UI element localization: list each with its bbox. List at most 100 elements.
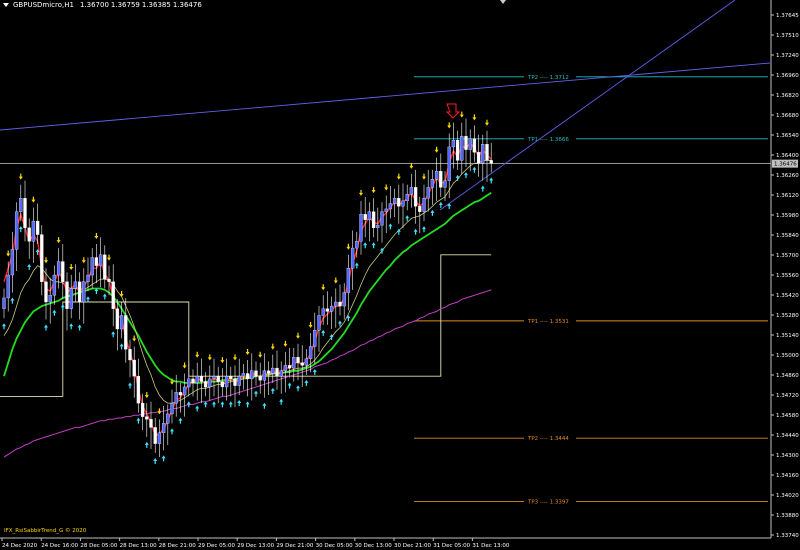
time-tick-label: 31 Dec 05:00 bbox=[433, 543, 470, 549]
price-tick-label: 1.34160 bbox=[776, 473, 799, 479]
candle-bear bbox=[132, 359, 136, 377]
price-tick-label: 1.35560 bbox=[776, 273, 799, 279]
candle-bear bbox=[275, 367, 279, 377]
candle-bear bbox=[254, 370, 258, 377]
price-tick-label: 1.33880 bbox=[776, 513, 799, 519]
signal-up-arrow-icon bbox=[304, 379, 309, 386]
candle-bull bbox=[31, 220, 36, 242]
candle-bear bbox=[489, 160, 493, 164]
signal-down-arrow-icon bbox=[69, 264, 74, 271]
price-tick-label: 1.33740 bbox=[776, 533, 799, 539]
candle-bull bbox=[262, 370, 267, 381]
candle-bear bbox=[124, 315, 128, 350]
signal-down-arrow-icon bbox=[56, 237, 61, 244]
candle-bull bbox=[367, 211, 372, 220]
time-tick-label: 29 Dec 21:00 bbox=[276, 543, 313, 549]
signal-down-arrow-icon bbox=[434, 146, 439, 153]
signal-down-arrow-icon bbox=[182, 362, 187, 369]
candle-bull bbox=[447, 146, 451, 181]
signal-up-arrow-icon bbox=[472, 166, 477, 173]
signal-down-arrow-icon bbox=[359, 189, 363, 196]
candle-bull bbox=[380, 211, 384, 226]
candle-bear bbox=[300, 362, 304, 366]
price-tick-label: 1.36680 bbox=[776, 113, 799, 119]
candle-bull bbox=[157, 432, 162, 444]
candle-bull bbox=[392, 198, 397, 204]
signal-up-arrow-icon bbox=[438, 201, 443, 208]
signal-down-arrow-icon bbox=[371, 187, 376, 194]
candle-bear bbox=[27, 227, 31, 242]
candle-bull bbox=[317, 315, 321, 331]
price-tick-label: 1.35140 bbox=[776, 333, 799, 339]
step-level-line bbox=[0, 254, 492, 397]
signal-up-arrow-icon bbox=[170, 428, 174, 435]
candle-bull bbox=[6, 274, 10, 299]
signal-up-arrow-icon bbox=[262, 402, 267, 409]
candle-bull bbox=[329, 305, 334, 312]
signal-down-arrow-icon bbox=[18, 173, 23, 180]
candle-bear bbox=[23, 198, 27, 228]
signal-up-arrow-icon bbox=[413, 228, 418, 235]
candle-bull bbox=[119, 315, 124, 330]
price-tick-label: 1.34580 bbox=[776, 413, 799, 419]
candle-bull bbox=[174, 392, 178, 404]
candle-bull bbox=[350, 247, 355, 269]
candle-bear bbox=[258, 376, 262, 381]
signal-down-arrow-icon bbox=[157, 408, 162, 415]
candle-bull bbox=[355, 241, 359, 249]
price-tick-label: 1.36960 bbox=[776, 73, 799, 79]
candle-bear bbox=[107, 278, 111, 282]
candle-bear bbox=[485, 144, 489, 161]
candle-bull bbox=[212, 376, 216, 380]
candle-bull bbox=[90, 257, 94, 276]
candle-bear bbox=[191, 378, 195, 384]
candle-bull bbox=[388, 203, 393, 210]
candle-bear bbox=[216, 376, 220, 382]
time-tick-label: 30 Dec 13:00 bbox=[355, 543, 392, 549]
price-tick-label: 1.34720 bbox=[776, 393, 799, 399]
signal-up-arrow-icon bbox=[144, 441, 149, 448]
signal-down-arrow-icon bbox=[94, 233, 99, 240]
signal-up-arrow-icon bbox=[136, 417, 141, 424]
signal-down-arrow-icon bbox=[258, 351, 263, 358]
signal-up-arrow-icon bbox=[77, 324, 82, 331]
signal-up-arrow-icon bbox=[195, 405, 200, 412]
signal-down-arrow-icon bbox=[132, 335, 137, 342]
price-tick-label: 1.37645 bbox=[776, 13, 799, 19]
signal-up-arrow-icon bbox=[10, 297, 15, 304]
candle-bear bbox=[35, 220, 40, 235]
signal-down-arrow-icon bbox=[270, 343, 275, 350]
candle-bull bbox=[376, 224, 380, 228]
signal-up-arrow-icon bbox=[102, 293, 107, 300]
signal-up-arrow-icon bbox=[455, 174, 460, 181]
signal-down-arrow-icon bbox=[233, 354, 237, 361]
candle-bull bbox=[52, 274, 57, 296]
candle-bull bbox=[195, 376, 199, 384]
signal-down-arrow-icon bbox=[207, 354, 212, 361]
sell-signal-arrow-icon bbox=[445, 103, 461, 119]
signal-up-arrow-icon bbox=[237, 400, 242, 407]
candle-bear bbox=[338, 301, 342, 307]
signal-down-arrow-icon bbox=[283, 340, 288, 347]
tp-level-label: TP1 ---- 1.3666 bbox=[527, 137, 569, 143]
candle-bull bbox=[166, 413, 170, 424]
tp-level-label: TP3 ---- 1.3397 bbox=[527, 500, 569, 506]
candle-bear bbox=[220, 381, 225, 388]
candle-bull bbox=[443, 180, 447, 188]
signal-up-arrow-icon bbox=[86, 296, 90, 303]
signal-up-arrow-icon bbox=[296, 385, 300, 392]
candle-bull bbox=[224, 376, 229, 388]
price-chart[interactable]: 1.37645 1.37510 1.37240 1.36960 1.36820 1.366… bbox=[0, 0, 800, 550]
price-tick-label: 1.36540 bbox=[776, 133, 799, 139]
price-tick-label: 1.36120 bbox=[776, 193, 799, 199]
time-tick-label: 30 Dec 05:00 bbox=[316, 543, 353, 549]
candle-bear bbox=[296, 357, 300, 363]
signal-down-arrow-icon bbox=[422, 173, 426, 180]
signal-up-arrow-icon bbox=[422, 226, 426, 233]
candle-bull bbox=[304, 358, 309, 366]
candle-bull bbox=[250, 370, 254, 380]
signal-up-arrow-icon bbox=[228, 401, 233, 408]
candle-bear bbox=[65, 281, 69, 309]
signal-up-arrow-icon bbox=[312, 369, 317, 376]
candle-bear bbox=[455, 140, 460, 161]
